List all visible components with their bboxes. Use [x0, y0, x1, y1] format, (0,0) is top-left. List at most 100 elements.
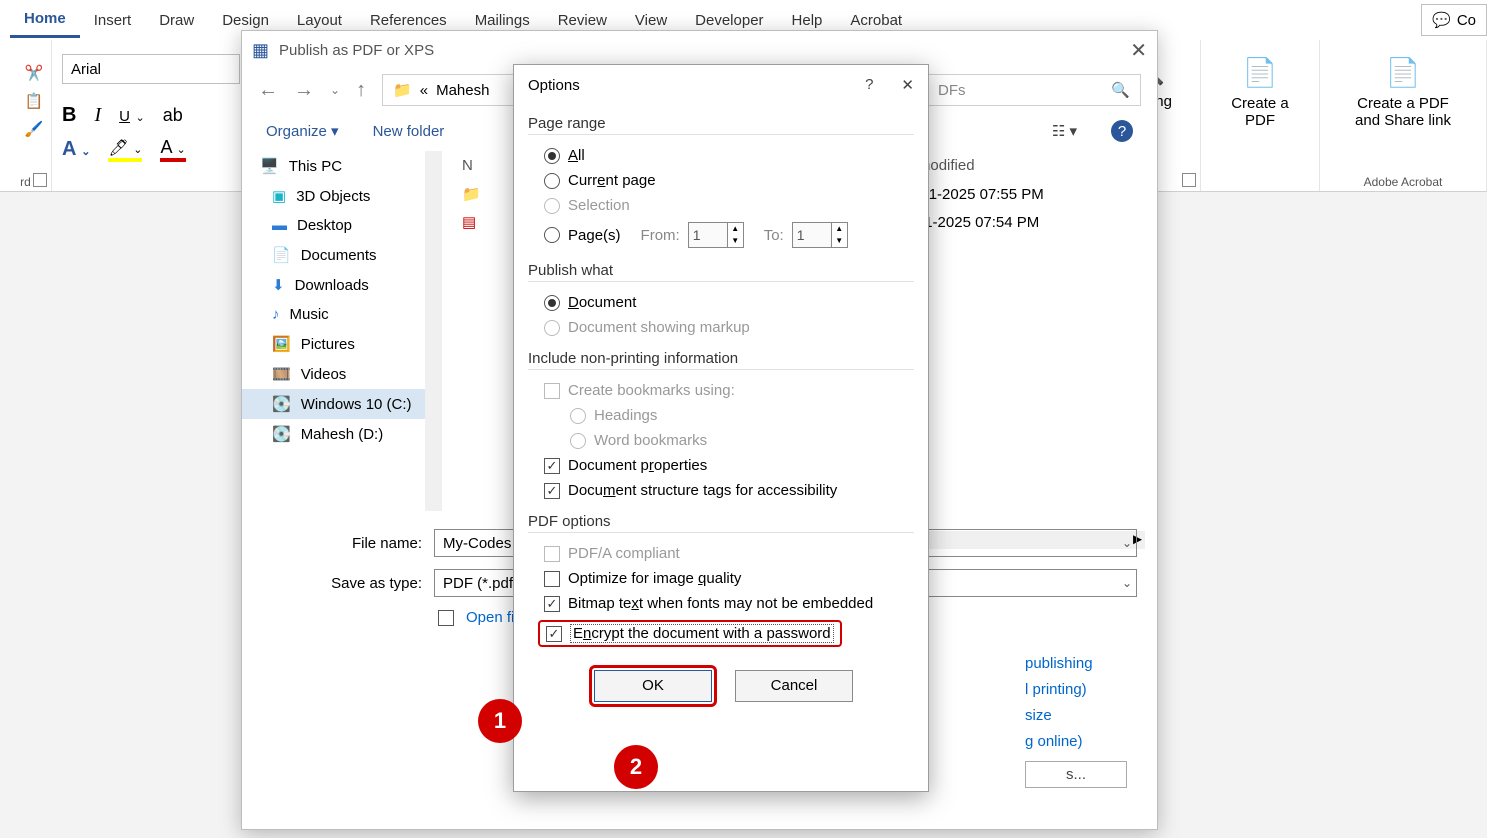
italic-button[interactable]: I [94, 104, 101, 127]
publish-what-header: Publish what [528, 262, 914, 282]
chk-bitmap-text[interactable]: ✓ [544, 596, 560, 612]
nav-documents[interactable]: 📄Documents [242, 240, 441, 270]
search-input[interactable]: DFs 🔍 [927, 74, 1141, 106]
music-icon: ♪ [272, 306, 280, 323]
label-pdfa: PDF/A compliant [568, 545, 680, 562]
chk-doc-properties[interactable]: ✓ [544, 458, 560, 474]
new-folder-button[interactable]: New folder [373, 123, 445, 140]
options-dialog: Options ? ✕ Page range All Current page … [513, 64, 929, 792]
videos-icon: 🎞️ [272, 365, 291, 383]
comment-button[interactable]: 💬 Co [1421, 4, 1487, 36]
pages-to-input[interactable]: ▲▼ [792, 222, 848, 248]
underline-button[interactable]: U ⌄ [119, 104, 145, 127]
tab-insert[interactable]: Insert [80, 4, 146, 37]
chevron-down-icon[interactable]: ⌄ [1122, 536, 1132, 550]
label-word-bookmarks: Word bookmarks [594, 432, 707, 449]
font-name-value: Arial [71, 61, 101, 78]
text-effects-button[interactable]: A ⌄ [62, 138, 90, 161]
create-pdf-share-icon[interactable]: 📄 [1386, 56, 1421, 89]
radio-current-page[interactable] [544, 173, 560, 189]
desktop-icon: ▬ [272, 217, 287, 234]
label-markup: Document showing markup [568, 319, 750, 336]
nav-windows-c[interactable]: 💽Windows 10 (C:) [242, 389, 441, 419]
link-printing[interactable]: l printing) [1025, 677, 1127, 703]
link-size[interactable]: size [1025, 703, 1127, 729]
font-family-select[interactable]: Arial [62, 54, 240, 84]
breadcrumb-text: Mahesh [436, 82, 489, 99]
nav-3d-objects[interactable]: ▣3D Objects [242, 181, 441, 211]
radio-pages[interactable] [544, 227, 560, 243]
chk-structure-tags[interactable]: ✓ [544, 483, 560, 499]
download-icon: ⬇ [272, 276, 285, 294]
label-headings: Headings [594, 407, 657, 424]
tab-home[interactable]: Home [10, 2, 80, 38]
nav-mahesh-d[interactable]: 💽Mahesh (D:) [242, 419, 441, 449]
link-publishing[interactable]: publishing [1025, 651, 1127, 677]
help-icon[interactable]: ? [865, 76, 873, 94]
create-pdf-label: Create a PDF [1229, 95, 1291, 129]
nav-back-icon[interactable]: ← [258, 79, 278, 102]
close-icon[interactable]: ✕ [901, 76, 914, 94]
optimize-links: publishing l printing) size g online) s.… [1025, 651, 1127, 788]
pdf-options-header: PDF options [528, 513, 914, 533]
label-pages: Page(s) [568, 227, 621, 244]
nav-up-icon[interactable]: ↑ [356, 79, 366, 102]
nav-this-pc[interactable]: 🖥️This PC [242, 151, 441, 181]
link-online[interactable]: g online) [1025, 729, 1127, 755]
from-label: From: [641, 227, 680, 244]
bold-button[interactable]: B [62, 104, 76, 127]
chevron-down-icon[interactable]: ⌄ [330, 83, 340, 97]
search-placeholder: DFs [938, 82, 966, 99]
file-name-label: File name: [262, 535, 422, 552]
editing-launcher-icon[interactable] [1182, 173, 1196, 187]
font-color-button[interactable]: A ⌄ [160, 137, 185, 162]
nonprinting-header: Include non-printing information [528, 350, 914, 370]
ok-button[interactable]: OK [594, 670, 712, 702]
help-icon[interactable]: ? [1111, 120, 1133, 142]
nav-music[interactable]: ♪Music [242, 300, 441, 329]
callout-1: 1 [478, 699, 522, 743]
radio-word-bookmarks [570, 433, 586, 449]
nav-forward-icon[interactable]: → [294, 79, 314, 102]
create-pdf-share-label: Create a PDF and Share link [1348, 95, 1458, 129]
label-all: All [568, 147, 585, 164]
folder-icon: 📁 [462, 185, 481, 203]
chk-encrypt[interactable]: ✓ [546, 626, 562, 642]
nav-desktop[interactable]: ▬Desktop [242, 211, 441, 240]
label-structure-tags: Document structure tags for accessibilit… [568, 482, 837, 499]
pdf-icon: ▤ [462, 213, 476, 231]
copy-icon[interactable]: 📋 [25, 92, 44, 110]
chevron-down-icon[interactable]: ⌄ [1122, 576, 1132, 590]
nav-downloads[interactable]: ⬇Downloads [242, 270, 441, 300]
nav-videos[interactable]: 🎞️Videos [242, 359, 441, 389]
tab-draw[interactable]: Draw [145, 4, 208, 37]
view-mode-button[interactable]: ☷ ▾ [1052, 122, 1077, 140]
search-icon: 🔍 [1111, 81, 1130, 99]
strikethrough-button[interactable]: ab [163, 105, 183, 126]
label-bookmarks: Create bookmarks using: [568, 382, 735, 399]
chk-optimize-quality[interactable] [544, 571, 560, 587]
cancel-button[interactable]: Cancel [735, 670, 853, 702]
options-button[interactable]: s... [1025, 761, 1127, 788]
nav-pictures[interactable]: 🖼️Pictures [242, 329, 441, 359]
format-painter-icon[interactable]: 🖌️ [25, 120, 44, 138]
open-file-checkbox[interactable] [438, 610, 454, 626]
radio-document[interactable] [544, 295, 560, 311]
pictures-icon: 🖼️ [272, 335, 291, 353]
close-icon[interactable]: ✕ [1130, 38, 1147, 63]
create-pdf-icon[interactable]: 📄 [1243, 56, 1278, 89]
label-encrypt: Encrypt the document with a password [570, 624, 834, 643]
cut-icon[interactable]: ✂️ [25, 64, 44, 82]
pages-from-input[interactable]: ▲▼ [688, 222, 744, 248]
tree-scrollbar[interactable] [425, 151, 441, 511]
acrobat-group-label: Adobe Acrobat [1320, 175, 1486, 189]
breadcrumb-prefix: « [420, 82, 428, 99]
highlight-button[interactable]: 🖊 ⌄ [108, 138, 142, 162]
page-range-header: Page range [528, 115, 914, 135]
radio-selection [544, 198, 560, 214]
radio-all[interactable] [544, 148, 560, 164]
organize-button[interactable]: Organize ▾ [266, 122, 339, 140]
label-doc-properties: Document properties [568, 457, 707, 474]
clipboard-launcher-icon[interactable] [33, 173, 47, 187]
chk-bookmarks [544, 383, 560, 399]
